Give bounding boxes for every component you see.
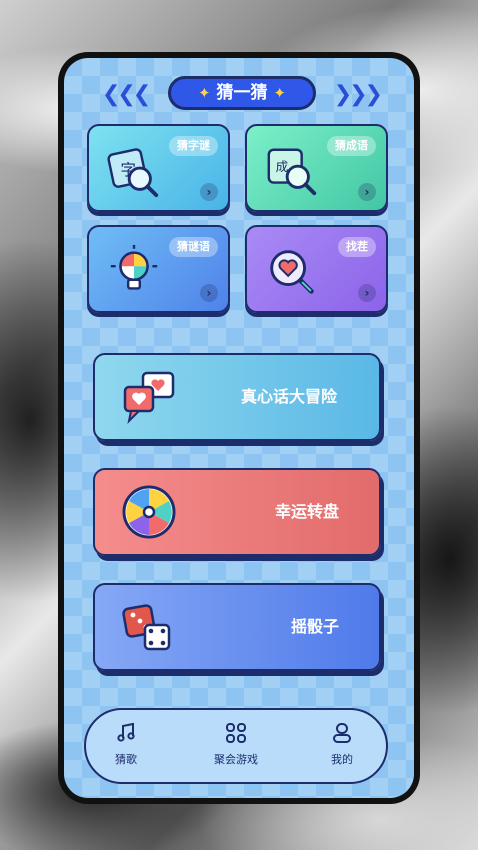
- title-bar: ❮❮❮ ✦ 猜一猜 ✦ ❯❯❯: [64, 76, 414, 112]
- card-label: 找茬: [338, 237, 376, 257]
- left-chevrons-icon: ❮❮❮: [102, 82, 151, 107]
- tab-label: 聚会游戏: [214, 753, 258, 766]
- wheel-icon: [122, 485, 176, 539]
- chevron-right-icon[interactable]: ›: [200, 183, 218, 201]
- tab-mine[interactable]: 我的: [302, 722, 382, 767]
- game-label: 摇骰子: [290, 617, 339, 636]
- chevron-right-icon[interactable]: ›: [358, 183, 376, 201]
- dice-icon: [122, 604, 171, 651]
- game-dice[interactable]: 摇骰子: [93, 583, 381, 671]
- svg-text:成: 成: [276, 159, 289, 174]
- puzzle-bulb-icon: [110, 244, 158, 290]
- app-screen: ❮❮❮ ✦ 猜一猜 ✦ ❯❯❯ 字 猜字谜 › 成 猜成语 › 猜谜语 › 找茬…: [64, 58, 414, 798]
- sparkle-icon: ✦: [198, 84, 211, 102]
- game-label: 幸运转盘: [274, 502, 339, 521]
- page-title: ✦ 猜一猜 ✦: [168, 76, 316, 110]
- card-label: 猜成语: [327, 136, 376, 156]
- tab-guess-song[interactable]: 猜歌: [86, 722, 166, 767]
- game-truth-or-dare[interactable]: 真心话大冒险: [93, 353, 381, 441]
- card-spot-difference[interactable]: 找茬 ›: [245, 225, 388, 313]
- game-lucky-wheel[interactable]: 幸运转盘: [93, 468, 381, 556]
- card-label: 猜字谜: [169, 136, 218, 156]
- character-magnifier-icon: 字: [107, 148, 159, 198]
- right-chevrons-icon: ❯❯❯: [333, 82, 383, 107]
- card-riddle-character[interactable]: 字 猜字谜 ›: [87, 124, 230, 212]
- phone-frame: ❮❮❮ ✦ 猜一猜 ✦ ❯❯❯ 字 猜字谜 › 成 猜成语 › 猜谜语 › 找茬…: [58, 52, 420, 804]
- page-title-text: 猜一猜: [216, 83, 268, 103]
- card-riddle[interactable]: 猜谜语 ›: [87, 225, 230, 313]
- tab-party-games[interactable]: 聚会游戏: [196, 722, 276, 767]
- chat-hearts-icon: [123, 371, 175, 425]
- game-label: 真心话大冒险: [240, 387, 337, 406]
- heart-magnifier-icon: [270, 250, 314, 294]
- sparkle-icon: ✦: [273, 84, 286, 102]
- idiom-magnifier-icon: 成: [267, 148, 317, 196]
- card-idiom[interactable]: 成 猜成语 ›: [245, 124, 388, 212]
- chevron-right-icon[interactable]: ›: [200, 284, 218, 302]
- user-icon: [333, 723, 351, 743]
- tab-label: 我的: [331, 753, 353, 766]
- grid-icon: [226, 723, 246, 743]
- card-label: 猜谜语: [169, 237, 218, 257]
- bottom-tab-bar: 猜歌 聚会游戏 我的: [84, 708, 388, 784]
- tab-label: 猜歌: [115, 753, 137, 766]
- music-note-icon: [117, 722, 135, 742]
- chevron-right-icon[interactable]: ›: [358, 284, 376, 302]
